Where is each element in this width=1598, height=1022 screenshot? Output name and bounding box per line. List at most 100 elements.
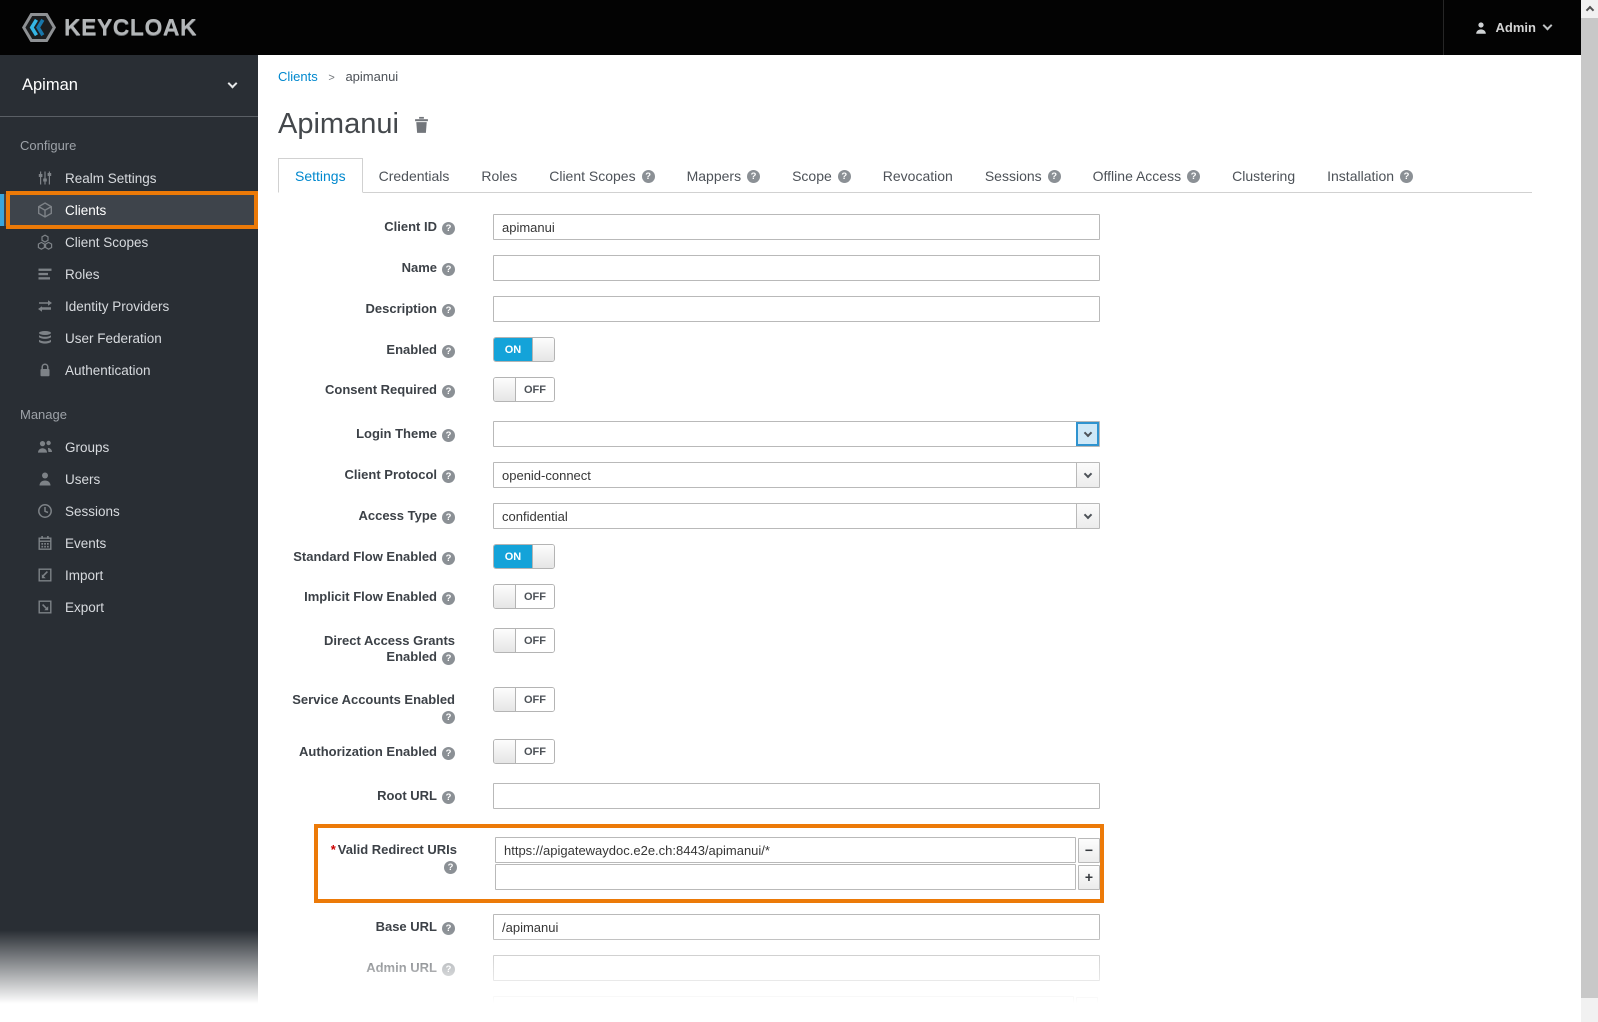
help-icon[interactable] — [442, 1004, 455, 1017]
sidebar-item-authentication[interactable]: Authentication — [0, 354, 258, 386]
sidebar-item-user-federation[interactable]: User Federation — [0, 322, 258, 354]
help-icon[interactable] — [442, 711, 455, 724]
chevron-down-icon[interactable] — [1076, 463, 1099, 487]
service-accounts-toggle[interactable]: OFF — [493, 687, 555, 712]
help-icon[interactable] — [442, 511, 455, 524]
tab-credentials[interactable]: Credentials — [363, 158, 466, 193]
help-icon[interactable] — [1048, 170, 1061, 183]
toggle-handle — [494, 585, 516, 608]
direct-access-toggle[interactable]: OFF — [493, 628, 555, 653]
help-icon[interactable] — [747, 170, 760, 183]
user-menu[interactable]: Admin — [1443, 0, 1581, 55]
realm-selector[interactable]: Apiman — [0, 55, 258, 117]
web-origins-input[interactable] — [493, 996, 1074, 1022]
keycloak-logo[interactable]: KEYCLOAK — [22, 12, 197, 43]
admin-url-input[interactable] — [493, 955, 1100, 981]
sidebar-item-identity-providers[interactable]: Identity Providers — [0, 290, 258, 322]
add-web-origin-button[interactable] — [1076, 997, 1098, 1022]
help-icon[interactable] — [444, 861, 457, 874]
consent-required-toggle[interactable]: OFF — [493, 377, 555, 402]
help-icon[interactable] — [838, 170, 851, 183]
sidebar-item-label: Roles — [65, 267, 100, 282]
sidebar-item-label: User Federation — [65, 331, 162, 346]
chevron-down-icon[interactable] — [1076, 422, 1099, 446]
help-icon[interactable] — [442, 922, 455, 935]
tab-roles[interactable]: Roles — [465, 158, 533, 193]
chevron-down-icon[interactable] — [1076, 504, 1099, 528]
description-input[interactable] — [493, 296, 1100, 322]
help-icon[interactable] — [442, 385, 455, 398]
tab-clustering[interactable]: Clustering — [1216, 158, 1311, 193]
topbar: KEYCLOAK Admin — [0, 0, 1598, 55]
login-theme-select[interactable] — [493, 421, 1100, 447]
sidebar: Apiman ConfigureRealm SettingsClientsCli… — [0, 55, 258, 1022]
name-input[interactable] — [493, 255, 1100, 281]
remove-redirect-uri-button[interactable] — [1078, 838, 1100, 863]
help-icon[interactable] — [442, 304, 455, 317]
help-icon[interactable] — [442, 263, 455, 276]
base-url-input[interactable] — [493, 914, 1100, 940]
sidebar-item-import[interactable]: Import — [0, 559, 258, 591]
implicit-flow-toggle[interactable]: OFF — [493, 584, 555, 609]
help-icon[interactable] — [442, 429, 455, 442]
form-row-service-accounts: Service Accounts Enabled OFF — [278, 687, 1581, 724]
form-row-base-url: Base URL — [278, 914, 1581, 940]
sidebar-item-label: Authentication — [65, 363, 151, 378]
vertical-scrollbar[interactable] — [1581, 0, 1598, 1022]
help-icon[interactable] — [442, 222, 455, 235]
client-tabs: SettingsCredentialsRoles Client Scopes Map… — [278, 158, 1532, 193]
tab-label: Scope — [792, 168, 832, 184]
access-type-select[interactable]: confidential — [493, 503, 1100, 529]
root-url-input[interactable] — [493, 783, 1100, 809]
sidebar-item-client-scopes[interactable]: Client Scopes — [0, 226, 258, 258]
redirect-uri-input[interactable] — [495, 864, 1076, 890]
toggle-handle — [494, 629, 516, 652]
help-icon[interactable] — [442, 791, 455, 804]
sidebar-item-roles[interactable]: Roles — [0, 258, 258, 290]
help-icon[interactable] — [442, 470, 455, 483]
client-id-input[interactable] — [493, 214, 1100, 240]
form-row-root-url: Root URL — [278, 783, 1581, 809]
tab-mappers[interactable]: Mappers — [671, 158, 776, 193]
help-icon[interactable] — [442, 963, 455, 976]
enabled-toggle[interactable]: ON — [493, 337, 555, 362]
help-icon[interactable] — [1400, 170, 1413, 183]
sidebar-item-groups[interactable]: Groups — [0, 431, 258, 463]
tab-offline-access[interactable]: Offline Access — [1077, 158, 1216, 193]
sidebar-item-label: Import — [65, 568, 103, 583]
breadcrumb-clients-link[interactable]: Clients — [278, 69, 318, 84]
scrollbar-thumb[interactable] — [1581, 18, 1598, 998]
authorization-toggle[interactable]: OFF — [493, 739, 555, 764]
standard-flow-toggle[interactable]: ON — [493, 544, 555, 569]
delete-client-trash-icon[interactable] — [412, 115, 431, 135]
tab-revocation[interactable]: Revocation — [867, 158, 969, 193]
login-theme-label: Login Theme — [356, 426, 437, 441]
form-row-admin-url: Admin URL — [278, 955, 1581, 981]
sidebar-item-clients[interactable]: Clients — [0, 194, 258, 226]
help-icon[interactable] — [442, 747, 455, 760]
client-protocol-select[interactable]: openid-connect — [493, 462, 1100, 488]
tab-client-scopes[interactable]: Client Scopes — [533, 158, 670, 193]
sidebar-item-export[interactable]: Export — [0, 591, 258, 623]
help-icon[interactable] — [642, 170, 655, 183]
sidebar-item-sessions[interactable]: Sessions — [0, 495, 258, 527]
sidebar-item-realm-settings[interactable]: Realm Settings — [0, 162, 258, 194]
redirect-uri-input[interactable] — [495, 837, 1076, 863]
help-icon[interactable] — [1187, 170, 1200, 183]
help-icon[interactable] — [442, 652, 455, 665]
tab-installation[interactable]: Installation — [1311, 158, 1429, 193]
sidebar-item-label: Groups — [65, 440, 109, 455]
help-icon[interactable] — [442, 592, 455, 605]
tab-sessions[interactable]: Sessions — [969, 158, 1077, 193]
sidebar-item-users[interactable]: Users — [0, 463, 258, 495]
help-icon[interactable] — [442, 345, 455, 358]
tab-settings[interactable]: Settings — [278, 158, 363, 193]
tab-scope[interactable]: Scope — [776, 158, 867, 193]
add-redirect-uri-button[interactable] — [1078, 865, 1100, 890]
sidebar-item-events[interactable]: Events — [0, 527, 258, 559]
tab-label: Client Scopes — [549, 168, 635, 184]
keycloak-admin-console: KEYCLOAK Admin Apiman ConfigureRealm Set… — [0, 0, 1598, 1022]
toggle-handle — [494, 378, 516, 401]
scrollbar-up-arrow[interactable] — [1581, 0, 1598, 17]
help-icon[interactable] — [442, 552, 455, 565]
